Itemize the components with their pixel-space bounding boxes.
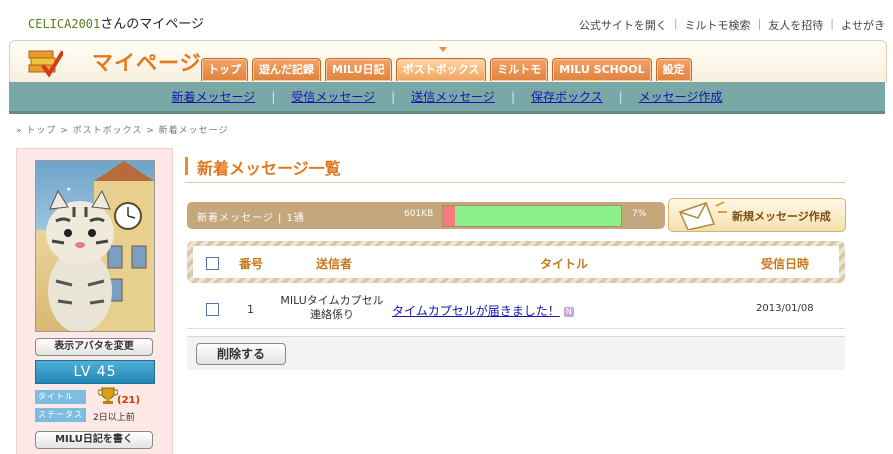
- change-avatar-button[interactable]: 表示アバタを変更: [35, 338, 153, 356]
- main-nav: マイページ トップ 遊んだ記録 MILU日記 ポストボックス ミルトモ MILU…: [9, 40, 887, 83]
- divider: |: [673, 17, 678, 30]
- heading-accent-bar: [185, 157, 188, 175]
- profile-sidebar: ★ 表示アバタを変更 LV 45 タイトル (21) ステータス 2日以上前 M…: [16, 148, 173, 454]
- delete-area: 削除する: [187, 336, 845, 370]
- quota-used-fill: [443, 206, 456, 226]
- row-number: 1: [247, 303, 254, 316]
- page-title: CELICA2001さんのマイページ: [28, 13, 204, 32]
- header-number: 番号: [239, 257, 264, 271]
- header-sender: 送信者: [316, 257, 353, 271]
- page-heading: 新着メッセージ一覧: [197, 159, 341, 178]
- title-label: タイトル: [35, 390, 86, 404]
- tab-top[interactable]: トップ: [201, 58, 248, 81]
- svg-text:★: ★: [66, 186, 71, 193]
- quota-size: 601KB: [404, 209, 434, 219]
- top-bar: CELICA2001さんのマイページ 公式サイトを開く | ミルトモ検索 | 友…: [0, 0, 893, 40]
- subnav-received-messages[interactable]: 受信メッセージ: [291, 88, 375, 105]
- level-badge: LV 45: [35, 360, 155, 384]
- new-message-button[interactable]: 新規メッセージ作成: [668, 198, 846, 232]
- divider: |: [391, 89, 396, 104]
- sender-line1: MILUタイムカプセル: [280, 294, 384, 307]
- subnav-new-messages[interactable]: 新着メッセージ: [172, 88, 256, 105]
- divider: |: [830, 17, 834, 30]
- title-count[interactable]: (21): [117, 395, 140, 406]
- official-site-link[interactable]: 公式サイトを開く: [579, 17, 667, 33]
- yosegaki-link[interactable]: よせがき: [841, 17, 885, 33]
- trophy-icon: [98, 387, 118, 404]
- quota-bar: 新着メッセージ | 1通 601KB 7%: [187, 202, 665, 229]
- divider: |: [510, 89, 515, 104]
- row-sender: MILUタイムカプセル 連絡係り: [275, 294, 389, 322]
- content-heading: 新着メッセージ一覧: [185, 154, 845, 183]
- status-label: ステータス: [35, 408, 86, 422]
- tab-play-record[interactable]: 遊んだ記録: [252, 58, 321, 81]
- table-row: 1 MILUタイムカプセル 連絡係り タイムカプセルが届きました！ N 2013/…: [187, 290, 845, 329]
- sub-nav: 新着メッセージ | 受信メッセージ | 送信メッセージ | 保存ボックス | メ…: [9, 82, 885, 114]
- sender-line2: 連絡係り: [310, 308, 354, 321]
- miltomo-search-link[interactable]: ミルトモ検索: [685, 17, 751, 33]
- tab-bar: トップ 遊んだ記録 MILU日記 ポストボックス ミルトモ MILU SCHOO…: [201, 58, 692, 81]
- tab-settings[interactable]: 設定: [655, 58, 692, 81]
- new-message-label: 新規メッセージ作成: [732, 210, 831, 223]
- divider: |: [757, 17, 762, 30]
- header-received-date: 受信日時: [761, 257, 810, 271]
- divider: |: [271, 89, 276, 104]
- user-name: CELICA2001: [28, 17, 101, 31]
- subnav-sent-messages[interactable]: 送信メッセージ: [411, 88, 495, 105]
- message-title-link[interactable]: タイムカプセルが届きました！: [392, 304, 560, 318]
- subnav-saved-box[interactable]: 保存ボックス: [531, 88, 603, 105]
- table-header-inner: 番号 送信者 タイトル 受信日時: [193, 246, 839, 278]
- quota-percent: 7%: [632, 209, 647, 219]
- mypage-logo[interactable]: マイページ: [92, 47, 202, 77]
- user-suffix: さんのマイページ: [100, 17, 204, 32]
- books-logo-icon: [28, 50, 63, 78]
- select-all-checkbox[interactable]: [206, 257, 219, 270]
- row-title: タイムカプセルが届きました！ N: [392, 302, 574, 319]
- active-tab-marker: [439, 47, 447, 52]
- tab-miltomo[interactable]: ミルトモ: [490, 58, 549, 81]
- envelope-icon: [678, 201, 727, 230]
- tab-milu-diary[interactable]: MILU日記: [325, 58, 392, 81]
- tab-postbox[interactable]: ポストボックス: [395, 58, 487, 81]
- divider: |: [618, 89, 623, 104]
- quota-free-fill: [455, 206, 621, 226]
- row-checkbox[interactable]: [206, 303, 219, 316]
- status-value: 2日以上前: [93, 413, 135, 423]
- row-date: 2013/01/08: [756, 303, 814, 314]
- table-header: 番号 送信者 タイトル 受信日時: [187, 241, 845, 283]
- avatar: ★: [35, 160, 155, 332]
- subnav-compose[interactable]: メッセージ作成: [639, 88, 723, 105]
- invite-friend-link[interactable]: 友人を招待: [768, 17, 823, 33]
- new-badge: N: [563, 306, 574, 317]
- tab-milu-school[interactable]: MILU SCHOOL: [552, 58, 652, 81]
- avatar-image: ★: [46, 161, 154, 331]
- write-diary-button[interactable]: MILU日記を書く: [35, 431, 153, 449]
- quota-meter: [442, 205, 622, 227]
- breadcrumb: » トップ > ポストボックス > 新着メッセージ: [16, 126, 229, 136]
- header-title: タイトル: [540, 257, 589, 271]
- quota-label: 新着メッセージ | 1通: [197, 213, 305, 224]
- top-links: 公式サイトを開く | ミルトモ検索 | 友人を招待 | よせがき: [579, 17, 885, 33]
- delete-button[interactable]: 削除する: [196, 343, 286, 365]
